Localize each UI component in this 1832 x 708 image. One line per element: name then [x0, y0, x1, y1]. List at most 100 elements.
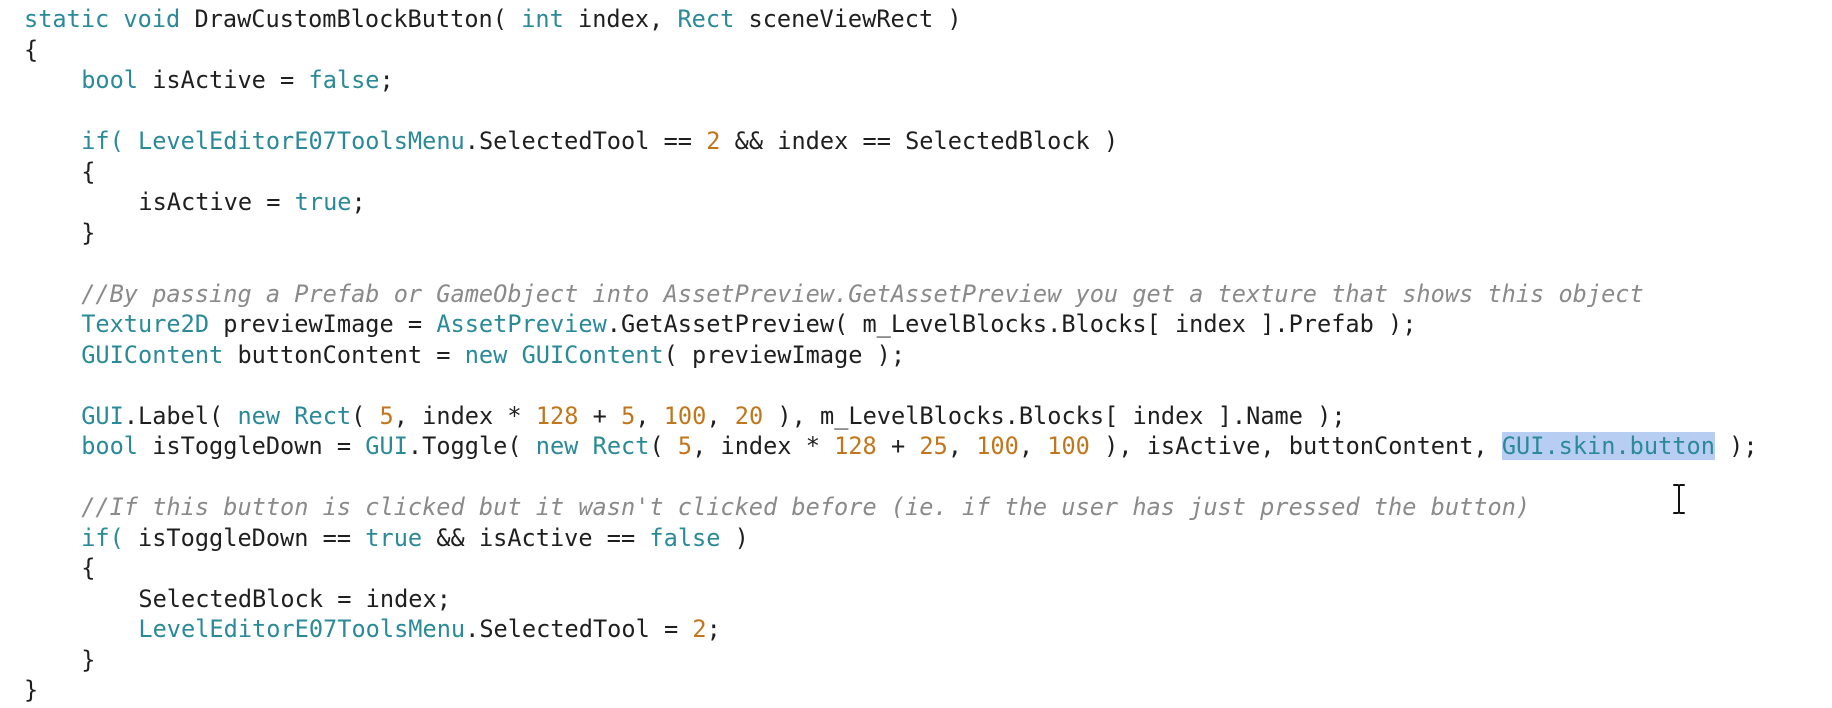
code-line[interactable]: isActive = true;: [24, 187, 1758, 218]
code-line[interactable]: if( LevelEditorE07ToolsMenu.SelectedTool…: [24, 126, 1758, 157]
code-token: Rect: [294, 401, 352, 430]
code-token: {: [24, 35, 39, 64]
code-token: && index == SelectedBlock ): [720, 127, 1119, 155]
code-token: 128: [834, 432, 877, 460]
code-line[interactable]: [24, 248, 1758, 279]
code-token: AssetPreview: [436, 310, 607, 338]
code-token: false: [308, 66, 380, 94]
code-token: 20: [734, 401, 764, 430]
code-token: true: [294, 188, 352, 216]
code-token: 5: [677, 432, 693, 460]
code-line[interactable]: static void DrawCustomBlockButton( int i…: [24, 4, 1758, 35]
code-token: buttonContent =: [223, 340, 465, 369]
code-token: LevelEditorE07ToolsMenu: [138, 615, 466, 643]
code-token: .GetAssetPreview( m_LevelBlocks.Blocks[ …: [606, 310, 1417, 338]
code-line[interactable]: GUIContent buttonContent = new GUIConten…: [24, 340, 1758, 371]
code-line[interactable]: //If this button is clicked but it wasn'…: [24, 492, 1758, 523]
code-line[interactable]: }: [24, 218, 1758, 249]
code-token: GUI: [81, 401, 124, 430]
code-token: new: [535, 432, 579, 460]
code-line[interactable]: Texture2D previewImage = AssetPreview.Ge…: [24, 309, 1758, 340]
code-line[interactable]: [24, 96, 1758, 127]
code-token: ,: [1018, 432, 1048, 460]
code-token: isToggleDown =: [138, 432, 366, 460]
code-line[interactable]: bool isToggleDown = GUI.Toggle( new Rect…: [24, 431, 1758, 462]
code-token: //If this button is clicked but it wasn'…: [81, 493, 1531, 521]
code-token: , index *: [692, 432, 835, 460]
code-token: ), m_LevelBlocks.Blocks[ index ].Name );: [763, 401, 1346, 430]
code-token: }: [24, 676, 39, 704]
code-token: Texture2D: [81, 310, 210, 338]
code-line[interactable]: GUI.Label( new Rect( 5, index * 128 + 5,…: [24, 401, 1758, 432]
code-token: index,: [563, 5, 678, 33]
code-token: (: [351, 401, 380, 430]
code-token: }: [81, 218, 96, 247]
code-token: isToggleDown ==: [138, 523, 366, 552]
code-token: 128: [535, 401, 579, 430]
code-token: ), isActive, buttonContent,: [1089, 432, 1502, 460]
code-line[interactable]: SelectedBlock = index;: [24, 584, 1758, 615]
code-token: ): [720, 523, 749, 552]
code-line[interactable]: {: [24, 553, 1758, 584]
code-line[interactable]: [24, 370, 1758, 401]
code-token: {: [81, 157, 96, 186]
code-token: new: [237, 401, 281, 430]
code-line[interactable]: {: [24, 35, 1758, 66]
code-line[interactable]: }: [24, 645, 1758, 676]
code-text-area[interactable]: static void DrawCustomBlockButton( int i…: [24, 4, 1758, 706]
code-token: GUIContent: [521, 340, 664, 369]
code-token: 5: [621, 401, 636, 430]
code-token: static void: [24, 5, 195, 33]
code-token: new: [464, 340, 508, 369]
code-token: 100: [976, 432, 1019, 460]
code-token: false: [649, 523, 721, 552]
code-line[interactable]: if( isToggleDown == true && isActive == …: [24, 523, 1758, 554]
code-token: ,: [635, 401, 664, 430]
code-token: }: [81, 645, 96, 674]
code-token: if(: [81, 523, 139, 552]
code-line[interactable]: [24, 462, 1758, 493]
code-token: .Toggle(: [407, 432, 536, 460]
code-token: 2: [706, 127, 721, 155]
code-line[interactable]: }: [24, 675, 1758, 706]
code-token: ;: [379, 66, 394, 94]
code-token: sceneViewRect ): [734, 5, 962, 33]
code-line[interactable]: //By passing a Prefab or GameObject into…: [24, 279, 1758, 310]
code-token: GUI: [365, 432, 408, 460]
code-token: ,: [947, 432, 977, 460]
code-token: .Label(: [123, 401, 238, 430]
code-token: bool: [81, 66, 139, 94]
code-token: ,: [706, 401, 735, 430]
code-token: LevelEditorE07ToolsMenu: [138, 127, 465, 155]
code-token: 5: [379, 401, 394, 430]
selected-code-token: GUI.skin.button: [1501, 432, 1715, 460]
code-token: previewImage =: [209, 310, 437, 338]
code-token: bool: [81, 432, 139, 460]
code-token: ;: [351, 188, 366, 216]
code-token: , index *: [393, 401, 536, 430]
code-token: int: [521, 5, 564, 33]
code-token: .SelectedTool ==: [464, 127, 707, 155]
code-token: 2: [692, 615, 707, 643]
code-token: {: [81, 554, 96, 582]
code-token: 100: [663, 401, 707, 430]
code-token: ;: [706, 615, 721, 643]
code-token: );: [1714, 432, 1758, 460]
code-token: 25: [919, 432, 948, 460]
code-token: isActive =: [138, 188, 295, 216]
code-token: && isActive ==: [422, 523, 650, 552]
code-line[interactable]: LevelEditorE07ToolsMenu.SelectedTool = 2…: [24, 614, 1758, 645]
code-token: isActive =: [138, 66, 309, 94]
code-token: ( previewImage );: [663, 340, 906, 369]
code-line[interactable]: {: [24, 157, 1758, 188]
code-token: .SelectedTool =: [465, 615, 693, 643]
code-token: (: [649, 432, 678, 460]
text-ibeam-cursor-icon: [1673, 484, 1685, 514]
code-line[interactable]: bool isActive = false;: [24, 65, 1758, 96]
code-editor[interactable]: static void DrawCustomBlockButton( int i…: [0, 0, 1832, 708]
code-token: if(: [81, 127, 139, 155]
code-token: Rect: [592, 432, 650, 460]
